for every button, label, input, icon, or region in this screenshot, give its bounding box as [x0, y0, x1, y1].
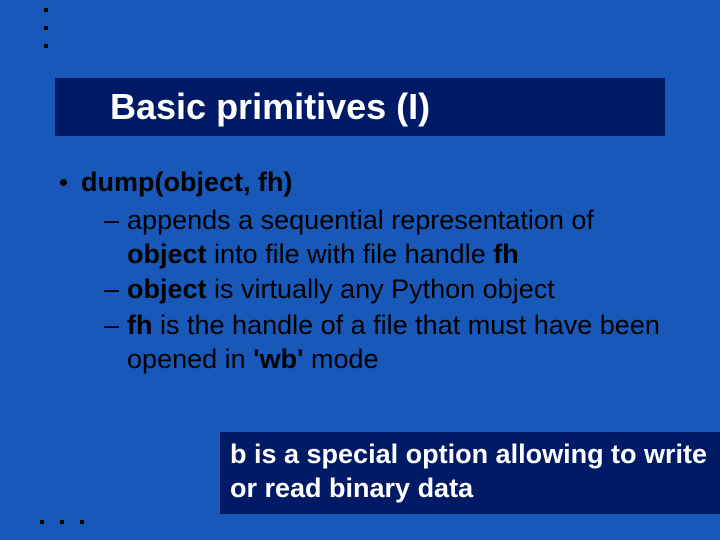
sub-list: – appends a sequential representation of… — [104, 204, 670, 377]
bullet-head: dump(object, fh) — [81, 166, 293, 200]
sub-text: fh is the handle of a file that must hav… — [127, 309, 670, 377]
note-box: b is a special option allowing to write … — [220, 432, 720, 514]
dash-icon: – — [104, 273, 119, 307]
note-text: b is a special option allowing to write … — [230, 439, 707, 503]
sub-item: – fh is the handle of a file that must h… — [104, 309, 670, 377]
sub-item: – appends a sequential representation of… — [104, 204, 670, 272]
sub-text: object is virtually any Python object — [127, 273, 555, 307]
sub-item: – object is virtually any Python object — [104, 273, 670, 307]
dash-icon: – — [104, 309, 119, 343]
sub-text: appends a sequential representation of o… — [127, 204, 670, 272]
decorative-dots-bottom — [40, 520, 84, 524]
bullet-dot-icon — [60, 179, 67, 186]
content-area: dump(object, fh) – appends a sequential … — [60, 166, 670, 377]
dash-icon: – — [104, 204, 119, 238]
title-bar: Basic primitives (I) — [55, 78, 665, 136]
bullet-item: dump(object, fh) — [60, 166, 670, 200]
slide-title: Basic primitives (I) — [110, 86, 430, 128]
decorative-dots-top — [44, 8, 48, 62]
